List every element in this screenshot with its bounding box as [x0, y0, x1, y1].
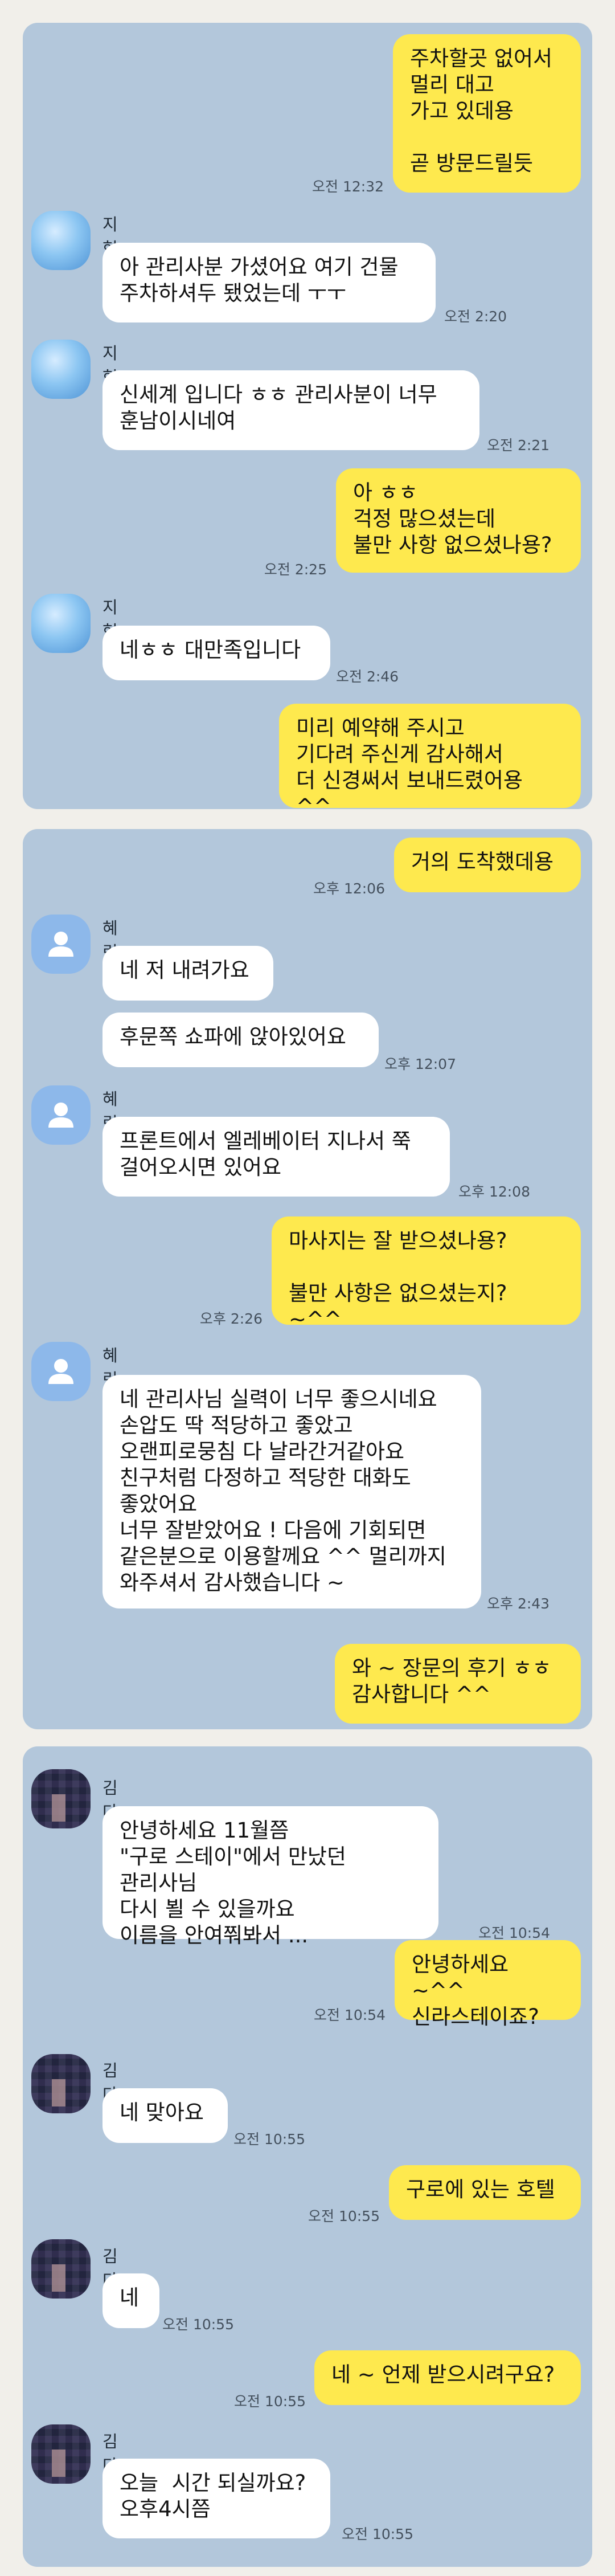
- message-bubble[interactable]: 마사지는 잘 받으셨나용? 불만 사항은 없으셨는지? ~^^: [272, 1216, 581, 1332]
- avatar[interactable]: [31, 594, 91, 653]
- message-time: 오전 10:54: [478, 1925, 550, 1941]
- message-time: 오전 10:55: [342, 2526, 413, 2542]
- chat-panel-2: 거의 도착했데용 오후 12:06 혜린 네 저 내려가요 후문쪽 쇼파에 앉아…: [23, 829, 592, 1729]
- avatar[interactable]: [31, 211, 91, 270]
- chat-panel-1: 주차할곳 없어서 멀리 대고 가고 있데용 곧 방문드릴듯 오전 12:32 지…: [23, 23, 592, 819]
- message-time: 오전 10:55: [233, 2131, 305, 2148]
- message-bubble[interactable]: 안녕하세요 ~^^ 신라스테이죠?: [395, 1940, 581, 2029]
- message-time: 오후 12:06: [313, 880, 385, 897]
- default-profile-icon: [48, 932, 73, 957]
- message-bubble[interactable]: 네 저 내려가요: [102, 946, 273, 1001]
- message-bubble[interactable]: 오늘 시간 되실까요? 오후4시쯤: [102, 2459, 330, 2538]
- avatar[interactable]: [31, 1085, 91, 1145]
- avatar[interactable]: [31, 915, 91, 974]
- message-bubble[interactable]: 네 ~ 언제 받으시려구요?: [314, 2350, 581, 2405]
- message-time: 오전 2:46: [336, 668, 399, 685]
- chat-panel-3: 김다은 안녕하세요 11월쯤 "구로 스테이"에서 만났던 관리사님 다시 뵐 …: [23, 1746, 592, 2567]
- message-bubble[interactable]: 아 ㅎㅎ 걱정 많으셨는데 불만 사항 없으셨나용?: [336, 468, 581, 573]
- message-bubble[interactable]: 아 관리사분 가셨어요 여기 건물 주차하셔두 됐었는데 ㅜㅜ: [102, 243, 436, 322]
- avatar[interactable]: [31, 2054, 91, 2113]
- message-bubble[interactable]: 와 ~ 장문의 후기 ㅎㅎ 감사합니다 ^^: [335, 1644, 581, 1724]
- message-time: 오전 10:55: [308, 2208, 380, 2224]
- message-time: 오전 2:20: [444, 308, 507, 325]
- message-time: 오전 10:55: [162, 2316, 234, 2333]
- message-time: 오전 12:32: [312, 178, 384, 195]
- message-bubble[interactable]: 네: [102, 2273, 159, 2328]
- message-bubble[interactable]: 미리 예약해 주시고 기다려 주신게 감사해서 더 신경써서 보내드렸어용 ^^: [279, 704, 581, 819]
- message-time: 오후 2:43: [487, 1595, 550, 1612]
- message-bubble[interactable]: 네ㅎㅎ 대만족입니다: [102, 626, 330, 680]
- message-bubble[interactable]: 거의 도착했데용: [394, 838, 581, 892]
- message-bubble[interactable]: 안녕하세요 11월쯤 "구로 스테이"에서 만났던 관리사님 다시 뵐 수 있을…: [102, 1806, 438, 1948]
- avatar[interactable]: [31, 1342, 91, 1401]
- message-bubble[interactable]: 신세계 입니다 ㅎㅎ 관리사분이 너무 훈남이시네여: [102, 370, 479, 450]
- message-bubble[interactable]: 후문쪽 쇼파에 앉아있어요: [102, 1013, 379, 1067]
- message-bubble[interactable]: 주차할곳 없어서 멀리 대고 가고 있데용 곧 방문드릴듯: [393, 34, 581, 193]
- avatar[interactable]: [31, 2424, 91, 2484]
- message-time: 오전 2:21: [487, 437, 550, 454]
- message-bubble[interactable]: 네 관리사님 실력이 너무 좋으시네요 손압도 딱 적당하고 좋았고 오랜피로뭉…: [102, 1375, 481, 1609]
- message-time: 오후 12:08: [458, 1183, 530, 1200]
- message-bubble[interactable]: 프론트에서 엘레베이터 지나서 쭉 걸어오시면 있어요: [102, 1117, 450, 1197]
- message-bubble[interactable]: 구로에 있는 호텔: [389, 2165, 581, 2220]
- default-profile-icon: [48, 1103, 73, 1128]
- avatar[interactable]: [31, 1769, 91, 1828]
- default-profile-icon: [48, 1359, 73, 1384]
- message-time: 오전 10:55: [234, 2393, 306, 2410]
- message-time: 오전 2:25: [264, 561, 327, 578]
- message-time: 오후 12:07: [384, 1056, 456, 1072]
- message-time: 오전 10:54: [314, 2007, 386, 2023]
- avatar[interactable]: [31, 340, 91, 399]
- message-bubble[interactable]: 네 맞아요: [102, 2088, 228, 2143]
- avatar[interactable]: [31, 2239, 91, 2299]
- message-time: 오후 2:26: [199, 1311, 263, 1327]
